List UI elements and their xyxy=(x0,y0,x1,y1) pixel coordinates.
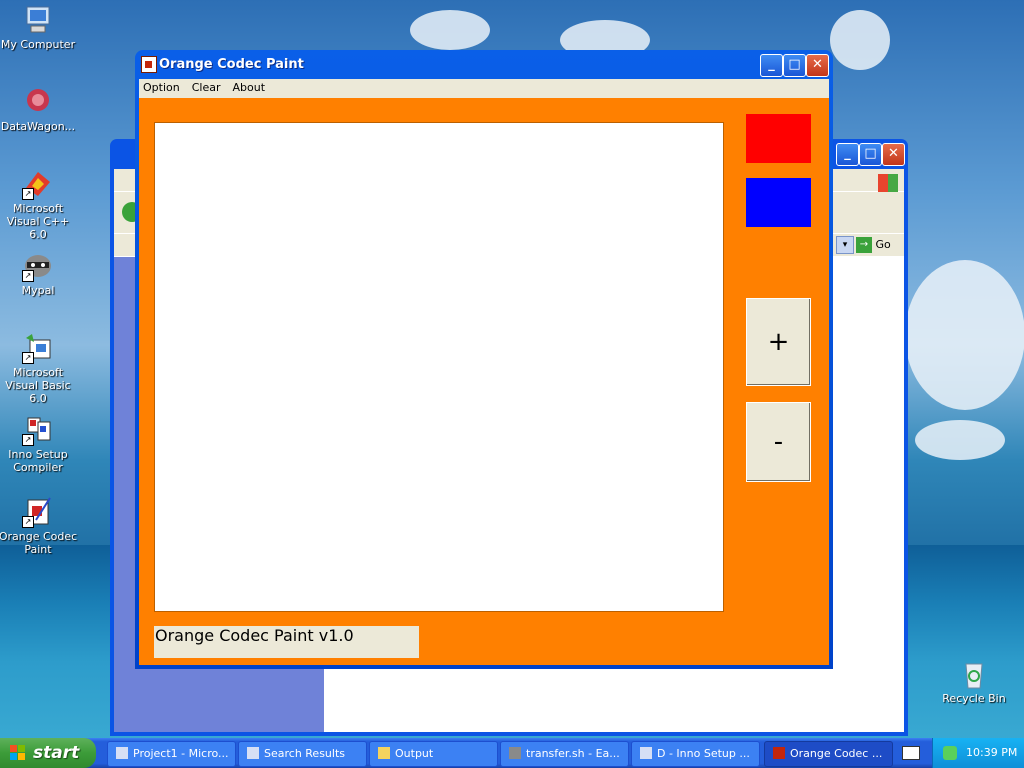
desktop-icon-visual-basic[interactable]: ↗ Microsoft Visual Basic 6.0 xyxy=(0,332,78,405)
desktop-icon-mypal[interactable]: ↗ Mypal xyxy=(0,250,78,297)
keyboard-icon[interactable] xyxy=(902,746,920,760)
paint-app-icon xyxy=(773,747,785,759)
menu-option[interactable]: Option xyxy=(139,79,186,96)
datawagon-icon xyxy=(22,86,54,118)
taskbar-button-label: D - Inno Setup ... xyxy=(657,747,750,760)
paint-app-icon: ↗ xyxy=(22,496,54,528)
taskbar-button[interactable]: D - Inno Setup ... xyxy=(631,741,760,767)
close-button[interactable]: ✕ xyxy=(882,143,905,166)
start-label: start xyxy=(33,743,80,763)
menu-about[interactable]: About xyxy=(227,79,272,96)
cloud xyxy=(830,10,890,70)
taskbar-button[interactable]: Output xyxy=(369,741,498,767)
computer-icon xyxy=(22,4,54,36)
desktop-icon-datawagon[interactable]: DataWagon... xyxy=(0,86,78,133)
setup-icon xyxy=(640,747,652,759)
windows-logo-icon xyxy=(878,174,898,192)
desktop-icon-recycle-bin[interactable]: Recycle Bin xyxy=(934,658,1014,705)
taskbar-button-active[interactable]: Orange Codec ... xyxy=(764,741,893,767)
shortcut-arrow-icon: ↗ xyxy=(22,188,34,200)
maximize-button[interactable]: □ xyxy=(783,54,806,77)
taskbar-button-label: Search Results xyxy=(264,747,346,760)
shortcut-arrow-icon: ↗ xyxy=(22,352,34,364)
go-arrow-icon: → xyxy=(856,237,872,253)
taskbar-button[interactable]: Search Results xyxy=(238,741,367,767)
desktop-icon-label: Mypal xyxy=(21,284,55,297)
cloud xyxy=(410,10,490,50)
taskbar-button-label: Orange Codec ... xyxy=(790,747,883,760)
windows-flag-icon xyxy=(10,745,26,761)
desktop-icon-inno-setup[interactable]: ↗ Inno Setup Compiler xyxy=(0,414,78,474)
inno-setup-icon: ↗ xyxy=(22,414,54,446)
search-icon xyxy=(247,747,259,759)
desktop-icon-label: Microsoft Visual Basic 6.0 xyxy=(5,366,71,405)
folder-icon xyxy=(378,747,390,759)
version-label: Orange Codec Paint v1.0 xyxy=(154,626,419,658)
desktop-icon-my-computer[interactable]: My Computer xyxy=(0,4,78,51)
menu-bar: Option Clear About xyxy=(139,79,829,98)
desktop-icon-visual-cpp[interactable]: ↗ Microsoft Visual C++ 6.0 xyxy=(0,168,78,241)
app-icon[interactable] xyxy=(141,56,157,73)
maximize-button[interactable]: □ xyxy=(859,143,882,166)
menu-clear[interactable]: Clear xyxy=(186,79,227,96)
desktop-icon-label: Microsoft Visual C++ 6.0 xyxy=(6,202,70,241)
network-icon[interactable] xyxy=(943,746,957,760)
raccoon-icon xyxy=(509,747,521,759)
taskbar-button[interactable]: transfer.sh - Ea... xyxy=(500,741,629,767)
minimize-button[interactable]: _ xyxy=(760,54,783,77)
mypal-raccoon-icon: ↗ xyxy=(22,250,54,282)
window-title: Orange Codec Paint xyxy=(159,57,304,72)
desktop-icon-label: My Computer xyxy=(0,38,76,51)
program-icon xyxy=(116,747,128,759)
taskbar: start Project1 - Micro... Search Results… xyxy=(0,738,1024,768)
shortcut-arrow-icon: ↗ xyxy=(22,434,34,446)
title-bar[interactable]: Orange Codec Paint _ □ ✕ xyxy=(135,50,833,79)
desktop-icon-label: DataWagon... xyxy=(0,120,76,133)
close-button[interactable]: ✕ xyxy=(806,54,829,77)
cloud xyxy=(915,420,1005,460)
taskbar-button[interactable]: Project1 - Micro... xyxy=(107,741,236,767)
clock[interactable]: 10:39 PM xyxy=(966,746,1017,759)
desktop-icon-label: Inno Setup Compiler xyxy=(8,448,68,474)
visual-basic-icon: ↗ xyxy=(22,332,54,364)
minimize-button[interactable]: _ xyxy=(836,143,859,166)
taskbar-button-label: transfer.sh - Ea... xyxy=(526,747,620,760)
shortcut-arrow-icon: ↗ xyxy=(22,270,34,282)
start-button[interactable]: start xyxy=(0,738,96,768)
workspace: + - Orange Codec Paint v1.0 xyxy=(139,98,829,665)
recycle-bin-icon xyxy=(958,658,990,690)
desktop-icon-label: Orange Codec Paint xyxy=(0,530,78,556)
go-button[interactable]: → Go xyxy=(856,236,891,254)
system-tray: 10:39 PM xyxy=(932,738,1024,768)
drawing-canvas[interactable] xyxy=(154,122,724,612)
address-dropdown-icon[interactable]: ▾ xyxy=(836,236,854,254)
visual-cpp-icon: ↗ xyxy=(22,168,54,200)
shortcut-arrow-icon: ↗ xyxy=(22,516,34,528)
taskbar-button-label: Output xyxy=(395,747,434,760)
desktop-icon-orange-codec-paint[interactable]: ↗ Orange Codec Paint xyxy=(0,496,78,556)
go-label: Go xyxy=(875,238,891,251)
cloud xyxy=(905,260,1024,410)
increase-brush-button[interactable]: + xyxy=(746,298,811,386)
orange-codec-paint-window[interactable]: Orange Codec Paint _ □ ✕ Option Clear Abou… xyxy=(135,50,833,669)
taskbar-button-label: Project1 - Micro... xyxy=(133,747,229,760)
desktop-icon-label: Recycle Bin xyxy=(942,692,1006,705)
red-color-swatch[interactable] xyxy=(746,114,811,163)
blue-color-swatch[interactable] xyxy=(746,178,811,227)
decrease-brush-button[interactable]: - xyxy=(746,402,811,482)
